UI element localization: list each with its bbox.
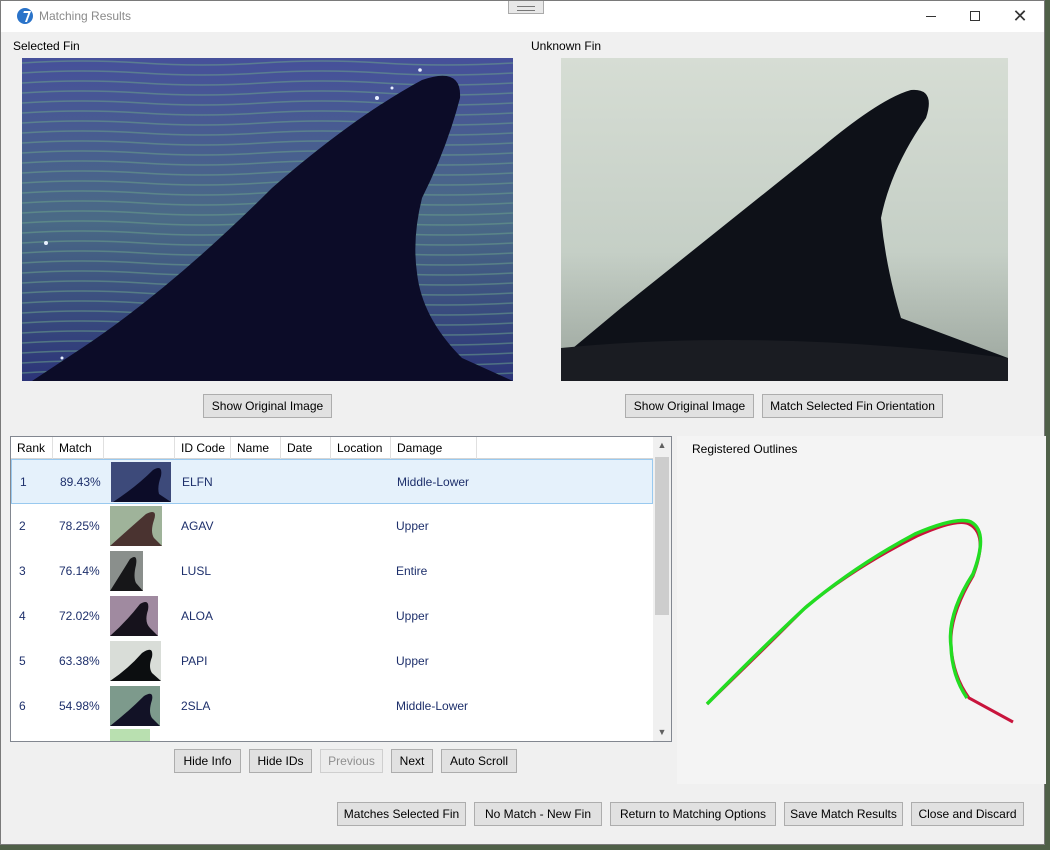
selected-fin-outline	[705, 521, 1014, 724]
rank-cell: 6	[19, 699, 26, 713]
id-code-cell: LUSL	[181, 564, 212, 578]
rank-cell: 5	[19, 654, 26, 668]
minimize-button[interactable]	[908, 1, 954, 31]
column-header-id-code[interactable]: ID Code	[175, 437, 231, 459]
matching-results-window: Matching Results ✕ Selected Fin Show Ori…	[0, 0, 1046, 845]
registered-outlines-panel: Registered Outlines	[677, 436, 1046, 784]
rank-cell: 1	[20, 475, 27, 489]
unknown-fin-image	[561, 58, 1008, 381]
close-and-discard-button[interactable]: Close and Discard	[911, 802, 1024, 826]
unknown-fin-outline	[705, 518, 983, 706]
next-button[interactable]: Next	[391, 749, 433, 773]
fin-thumbnail	[110, 686, 160, 726]
selected-fin-image	[22, 58, 513, 381]
save-match-results-button[interactable]: Save Match Results	[784, 802, 903, 826]
fin-thumbnail	[110, 596, 158, 636]
fin-thumbnail	[110, 729, 150, 741]
previous-button[interactable]: Previous	[320, 749, 383, 773]
selected-fin-label: Selected Fin	[13, 39, 80, 53]
close-button[interactable]: ✕	[997, 1, 1043, 31]
selected-show-original-button[interactable]: Show Original Image	[203, 394, 332, 418]
app-logo-icon	[17, 8, 33, 24]
unknown-fin-label: Unknown Fin	[531, 39, 602, 53]
damage-cell: Middle-Lower	[396, 699, 469, 713]
maximize-icon	[970, 11, 980, 21]
scroll-down-icon[interactable]: ▼	[653, 724, 671, 741]
table-row[interactable]: 4 72.02% ALOA Upper	[11, 594, 653, 639]
id-code-cell: PAPI	[181, 654, 208, 668]
damage-cell: Upper	[396, 519, 429, 533]
drag-handle-icon[interactable]	[508, 1, 544, 14]
match-results-table[interactable]: Rank Match ID Code Name Date Location Da…	[10, 436, 672, 742]
id-code-cell: ELFN	[182, 475, 213, 489]
no-match-new-fin-button[interactable]: No Match - New Fin	[474, 802, 602, 826]
column-header-rank[interactable]: Rank	[11, 437, 53, 459]
hide-ids-button[interactable]: Hide IDs	[249, 749, 312, 773]
close-icon: ✕	[1012, 5, 1028, 26]
damage-cell: Middle-Lower	[397, 475, 470, 489]
outline-plot	[705, 518, 1014, 724]
column-header-name[interactable]: Name	[231, 437, 281, 459]
match-cell: 78.25%	[59, 519, 100, 533]
scroll-up-icon[interactable]: ▲	[653, 437, 671, 454]
rank-cell: 3	[19, 564, 26, 578]
column-header-location[interactable]: Location	[331, 437, 391, 459]
id-code-cell: ALOA	[181, 609, 214, 623]
match-orientation-button[interactable]: Match Selected Fin Orientation	[762, 394, 943, 418]
window-title: Matching Results	[39, 9, 132, 23]
fin-thumbnail	[110, 506, 162, 546]
auto-scroll-button[interactable]: Auto Scroll	[441, 749, 517, 773]
minimize-icon	[926, 15, 936, 17]
damage-cell: Upper	[396, 654, 429, 668]
rank-cell: 4	[19, 609, 26, 623]
column-header-thumbnail[interactable]	[104, 437, 175, 459]
unknown-show-original-button[interactable]: Show Original Image	[625, 394, 754, 418]
table-row[interactable]: 6 54.98% 2SLA Middle-Lower	[11, 684, 653, 729]
table-row[interactable]: 3 76.14% LUSL Entire	[11, 549, 653, 594]
desktop-background-bottom	[0, 845, 1050, 850]
title-bar: Matching Results ✕	[1, 1, 1044, 32]
return-to-matching-options-button[interactable]: Return to Matching Options	[610, 802, 776, 826]
damage-cell: Entire	[396, 564, 428, 578]
fin-thumbnail	[110, 551, 143, 591]
matches-selected-fin-button[interactable]: Matches Selected Fin	[337, 802, 466, 826]
fin-thumbnail	[111, 462, 171, 502]
hide-info-button[interactable]: Hide Info	[174, 749, 241, 773]
fin-thumbnail	[110, 641, 161, 681]
damage-cell: Upper	[396, 609, 429, 623]
id-code-cell: 2SLA	[181, 699, 211, 713]
rank-cell: 2	[19, 519, 26, 533]
table-scrollbar[interactable]: ▲ ▼	[653, 437, 671, 741]
match-cell: 89.43%	[60, 475, 101, 489]
maximize-button[interactable]	[952, 1, 998, 31]
match-cell: 63.38%	[59, 654, 100, 668]
column-header-date[interactable]: Date	[281, 437, 331, 459]
match-cell: 54.98%	[59, 699, 100, 713]
scrollbar-thumb[interactable]	[655, 457, 669, 615]
table-row[interactable]: 1 89.43% ELFN Middle-Lower	[11, 459, 653, 504]
table-header: Rank Match ID Code Name Date Location Da…	[11, 437, 653, 459]
id-code-cell: AGAV	[181, 519, 214, 533]
column-header-match[interactable]: Match	[53, 437, 104, 459]
match-cell: 72.02%	[59, 609, 100, 623]
table-row[interactable]: 5 63.38% PAPI Upper	[11, 639, 653, 684]
column-header-damage[interactable]: Damage	[391, 437, 477, 459]
match-cell: 76.14%	[59, 564, 100, 578]
table-row[interactable]: 2 78.25% AGAV Upper	[11, 504, 653, 549]
